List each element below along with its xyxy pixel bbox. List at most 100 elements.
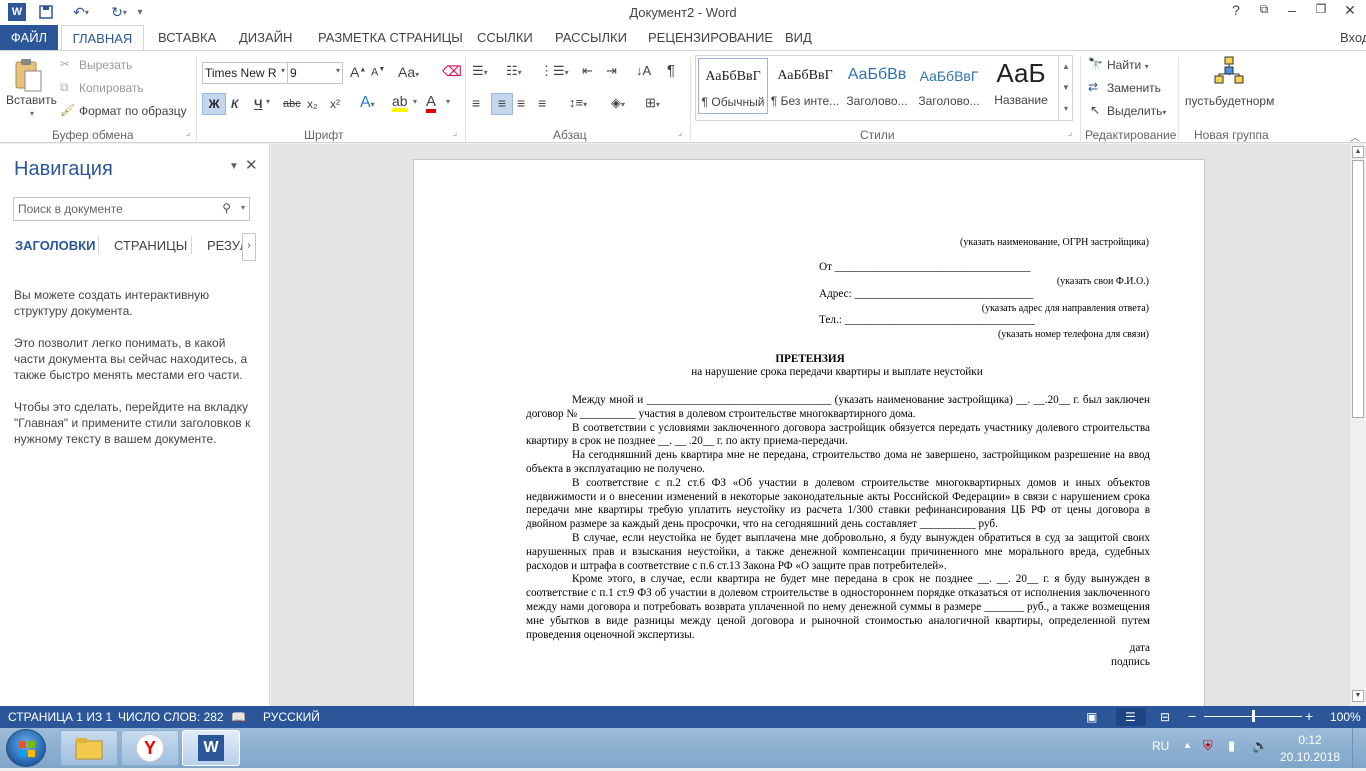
help-button[interactable]: ? xyxy=(1226,2,1246,22)
copy-button[interactable]: Копировать xyxy=(79,81,144,95)
chevron-down-icon[interactable]: ▾ xyxy=(241,203,245,212)
replace-button[interactable]: Заменить xyxy=(1107,81,1161,95)
tab-pages[interactable]: СТРАНИЦЫ xyxy=(114,238,187,253)
tab-view[interactable]: ВИД xyxy=(785,30,812,45)
tab-layout[interactable]: РАЗМЕТКА СТРАНИЦЫ xyxy=(318,30,463,45)
sort-icon[interactable]: ↓A xyxy=(636,63,651,78)
font-name-box[interactable]: Times New R ▾ xyxy=(202,62,288,84)
paragraph-launcher-icon[interactable]: ⌟ xyxy=(678,127,682,138)
highlight-icon[interactable]: ab xyxy=(392,94,408,112)
align-left-icon[interactable]: ≡ xyxy=(472,95,480,111)
org-chart-icon[interactable] xyxy=(1213,56,1245,89)
zoom-slider-thumb[interactable] xyxy=(1252,710,1255,722)
styles-launcher-icon[interactable]: ⌟ xyxy=(1068,127,1072,138)
zoom-percent[interactable]: 100% xyxy=(1330,710,1361,724)
search-icon[interactable]: ⚲ xyxy=(222,201,231,215)
restore-button[interactable]: ❐ xyxy=(1311,2,1331,22)
highlight-dropdown-icon[interactable]: ▾ xyxy=(413,97,417,106)
clock-date[interactable]: 20.10.2018 xyxy=(1280,750,1340,764)
font-color-icon[interactable]: A xyxy=(426,94,437,113)
explorer-taskbar-icon[interactable] xyxy=(60,730,118,766)
clock-time[interactable]: 0:12 xyxy=(1288,733,1332,747)
scroll-thumb[interactable] xyxy=(1352,160,1364,418)
web-layout-icon[interactable]: ⊟ xyxy=(1160,710,1170,724)
strikethrough-button[interactable]: abc xyxy=(283,98,301,110)
read-mode-icon[interactable]: ▣ xyxy=(1086,710,1097,724)
show-desktop-button[interactable] xyxy=(1352,728,1366,768)
underline-dropdown-icon[interactable]: ▾ xyxy=(266,97,270,106)
document-area[interactable]: (указать наименование, ОГРН застройщика)… xyxy=(271,144,1349,719)
font-color-dropdown-icon[interactable]: ▾ xyxy=(446,97,450,106)
language-indicator[interactable]: РУССКИЙ xyxy=(263,710,320,724)
bold-button[interactable]: Ж xyxy=(202,93,226,115)
network-signal-icon[interactable]: ▮ xyxy=(1228,738,1235,754)
borders-icon[interactable]: ⊞▾ xyxy=(645,95,660,111)
decrease-indent-icon[interactable]: ⇤ xyxy=(582,63,593,79)
style-title[interactable]: АаБ Название xyxy=(986,58,1056,114)
shading-icon[interactable]: ◈▾ xyxy=(611,95,625,111)
input-language[interactable]: RU xyxy=(1152,739,1169,753)
collapse-ribbon-icon[interactable]: ︿ xyxy=(1350,129,1360,144)
subscript-button[interactable]: x₂ xyxy=(307,97,318,111)
close-icon[interactable]: ✕ xyxy=(245,156,258,174)
paste-dropdown-icon[interactable]: ▾ xyxy=(30,109,34,118)
word-taskbar-icon[interactable]: W xyxy=(182,730,240,766)
style-no-spacing[interactable]: АаБбВвГ ¶ Без инте... xyxy=(770,58,840,114)
tab-mailings[interactable]: РАССЫЛКИ xyxy=(555,30,627,45)
yandex-browser-taskbar-icon[interactable]: Y xyxy=(121,730,179,766)
numbering-icon[interactable]: ☷▾ xyxy=(506,63,522,79)
show-marks-icon[interactable]: ¶ xyxy=(667,62,675,79)
increase-indent-icon[interactable]: ⇥ xyxy=(606,63,617,79)
tab-references[interactable]: ССЫЛКИ xyxy=(477,30,533,45)
change-case-button[interactable]: Aa▾ xyxy=(398,64,419,80)
justify-icon[interactable]: ≡ xyxy=(538,95,546,111)
custom-macro-button[interactable]: пустьбудетнорм xyxy=(1185,94,1274,108)
sign-in-link[interactable]: Вход xyxy=(1340,30,1366,45)
tab-results[interactable]: РЕЗУЛ xyxy=(207,238,243,253)
ribbon-display-options-icon[interactable]: ⧉ xyxy=(1254,2,1274,22)
bullets-icon[interactable]: ☰▾ xyxy=(472,63,488,79)
scroll-down-icon[interactable]: ▼ xyxy=(1352,690,1364,702)
zoom-in-icon[interactable]: + xyxy=(1305,708,1313,724)
minimize-button[interactable]: – xyxy=(1282,2,1302,22)
volume-icon[interactable]: 🔈 xyxy=(1252,738,1268,754)
tab-insert[interactable]: ВСТАВКА xyxy=(158,30,216,45)
text-effects-icon[interactable]: A▾ xyxy=(360,94,375,112)
format-painter-button[interactable]: Формат по образцу xyxy=(79,104,187,118)
zoom-out-icon[interactable]: − xyxy=(1188,708,1196,724)
document-page[interactable]: (указать наименование, ОГРН застройщика)… xyxy=(413,159,1205,719)
clear-formatting-icon[interactable]: ⌫ xyxy=(442,63,462,80)
start-button[interactable] xyxy=(6,729,46,767)
tab-design[interactable]: ДИЗАЙН xyxy=(239,30,292,45)
font-size-box[interactable]: 9 ▾ xyxy=(287,62,343,84)
word-count[interactable]: ЧИСЛО СЛОВ: 282 xyxy=(118,710,224,724)
clipboard-launcher-icon[interactable]: ⌟ xyxy=(186,127,190,138)
scroll-up-icon[interactable]: ▲ xyxy=(1352,146,1364,158)
tab-headings[interactable]: ЗАГОЛОВКИ xyxy=(15,238,95,253)
close-button[interactable]: ✕ xyxy=(1340,2,1360,22)
grow-font-button[interactable]: A▲ xyxy=(350,64,366,80)
style-heading-2[interactable]: АаБбВвГ Заголово... xyxy=(914,58,984,114)
multilevel-list-icon[interactable]: ⋮☰▾ xyxy=(540,63,569,79)
align-right-icon[interactable]: ≡ xyxy=(517,95,525,111)
styles-scroll[interactable]: ▲ ▼ ▾ xyxy=(1058,56,1073,120)
print-layout-icon[interactable]: ☰ xyxy=(1116,708,1146,726)
underline-button[interactable]: Ч xyxy=(254,97,262,111)
superscript-button[interactable]: x² xyxy=(330,97,340,111)
select-button[interactable]: Выделить▾ xyxy=(1107,104,1166,118)
cut-button[interactable]: Вырезать xyxy=(79,58,132,72)
italic-button[interactable]: К xyxy=(231,97,238,111)
search-input[interactable]: Поиск в документе ⚲ ▾ xyxy=(13,197,250,221)
style-heading-1[interactable]: АаБбВв Заголово... xyxy=(842,58,912,114)
tab-file[interactable]: ФАЙЛ xyxy=(0,25,58,50)
align-center-icon[interactable]: ≡ xyxy=(491,93,513,115)
shrink-font-button[interactable]: A▼ xyxy=(371,66,385,79)
line-spacing-icon[interactable]: ↕≡▾ xyxy=(569,95,587,110)
style-normal[interactable]: АаБбВвГ ¶ Обычный xyxy=(698,58,768,114)
tab-review[interactable]: РЕЦЕНЗИРОВАНИЕ xyxy=(648,30,773,45)
show-hidden-icons-icon[interactable]: ▲ xyxy=(1183,740,1192,750)
tab-scroll-right-icon[interactable]: › xyxy=(242,233,256,261)
font-launcher-icon[interactable]: ⌟ xyxy=(453,127,457,138)
page-count[interactable]: СТРАНИЦА 1 ИЗ 1 xyxy=(8,710,112,724)
vertical-scrollbar[interactable]: ▲ ▼ xyxy=(1349,144,1366,706)
